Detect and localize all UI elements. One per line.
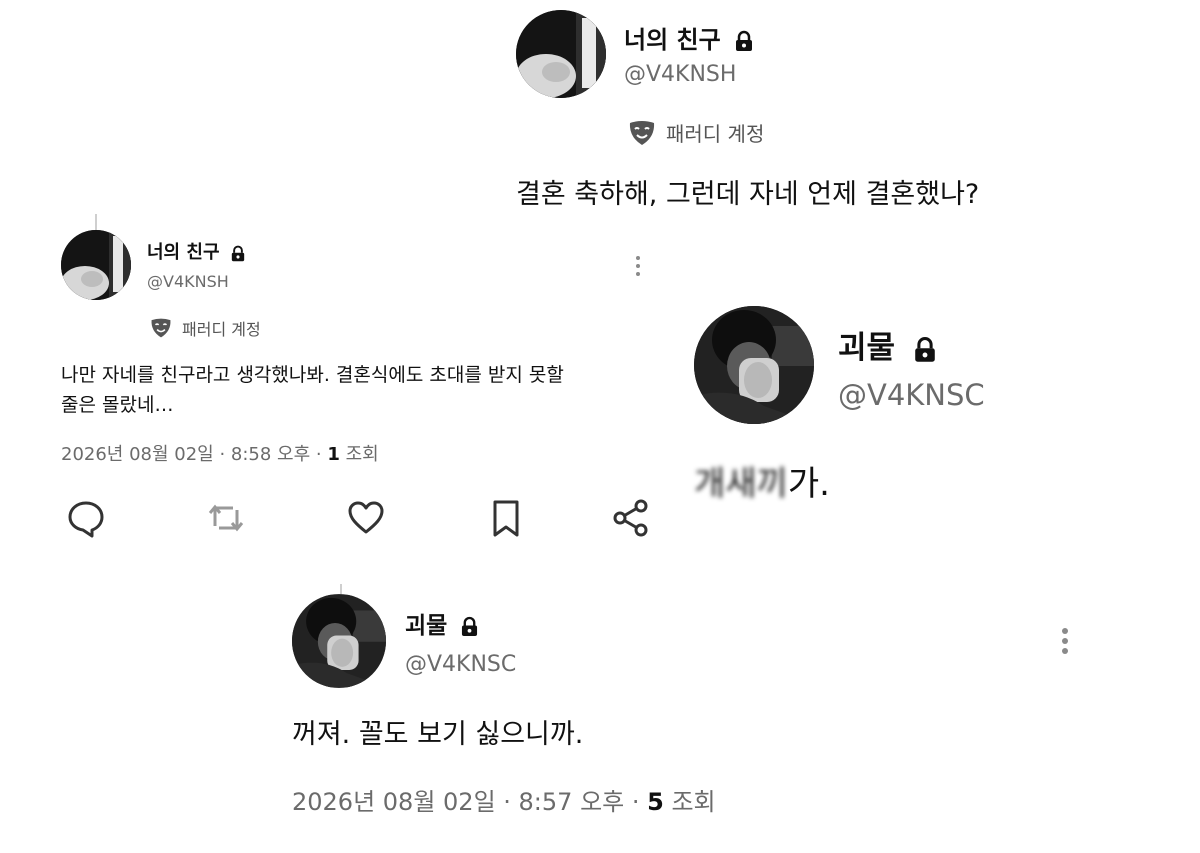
display-name-text[interactable]: 괴물	[838, 330, 895, 366]
lock-icon	[462, 616, 478, 636]
parody-label: 패러디 계정	[182, 320, 261, 339]
thread-line	[95, 214, 97, 230]
post-meta: 2026년 08월 02일 · 8:58 오후 · 1 조회	[61, 440, 379, 466]
display-name-text[interactable]: 너의 친구	[147, 242, 220, 263]
parody-mask-icon	[629, 120, 655, 145]
display-name[interactable]: 괴물	[838, 322, 936, 367]
more-options-icon[interactable]	[636, 254, 640, 278]
avatar[interactable]	[292, 594, 386, 688]
share-icon[interactable]	[611, 498, 651, 538]
post-text-line1: 나만 자네를 친구라고 생각했나봐. 결혼식에도 초대를 받지 못할	[61, 364, 564, 386]
display-name[interactable]: 너의 친구	[147, 238, 245, 264]
view-label: 조회	[663, 788, 716, 816]
censored-text: 개새끼	[694, 464, 788, 504]
parody-label: 패러디 계정	[666, 122, 765, 146]
lock-icon	[231, 245, 244, 261]
display-name-text[interactable]: 괴물	[405, 613, 447, 639]
post-text: 꺼져. 꼴도 보기 싫으니까.	[292, 719, 584, 750]
parody-badge: 패러디 계정	[150, 316, 261, 340]
display-name[interactable]: 괴물	[405, 606, 478, 640]
post-text-visible: 가.	[787, 464, 830, 504]
post-text: 결혼 축하해, 그런데 자네 언제 결혼했나?	[516, 179, 980, 210]
post-meta: 2026년 08월 02일 · 8:57 오후 · 5 조회	[292, 782, 716, 817]
bookmark-icon[interactable]	[486, 498, 526, 538]
avatar-image	[694, 306, 814, 424]
avatar[interactable]	[694, 306, 814, 424]
lock-icon	[736, 30, 753, 51]
handle[interactable]: @V4KNSH	[147, 272, 229, 291]
reply-icon[interactable]	[66, 498, 106, 538]
handle[interactable]: @V4KNSC	[405, 652, 516, 677]
handle[interactable]: @V4KNSH	[624, 62, 736, 87]
view-count: 5	[647, 788, 664, 816]
display-name[interactable]: 너의 친구	[624, 20, 753, 55]
post-text-line2: 줄은 몰랐네…	[61, 394, 174, 416]
view-label: 조회	[339, 444, 379, 465]
display-name-text[interactable]: 너의 친구	[624, 26, 721, 54]
post-text: 개새끼가.	[694, 456, 830, 505]
view-count: 1	[327, 444, 340, 465]
more-options-icon[interactable]	[1062, 626, 1068, 656]
avatar-image	[61, 230, 131, 300]
like-icon[interactable]	[346, 498, 386, 538]
parody-badge: 패러디 계정	[628, 118, 764, 147]
lock-icon	[915, 336, 935, 362]
timestamp[interactable]: 2026년 08월 02일 · 8:58 오후 ·	[61, 444, 327, 465]
avatar[interactable]	[61, 230, 131, 300]
avatar-image	[516, 10, 606, 98]
timestamp[interactable]: 2026년 08월 02일 · 8:57 오후 ·	[292, 788, 647, 816]
avatar[interactable]	[516, 10, 606, 98]
handle[interactable]: @V4KNSC	[838, 378, 985, 412]
parody-mask-icon	[151, 318, 171, 338]
avatar-image	[292, 594, 386, 688]
repost-icon[interactable]	[206, 498, 246, 538]
